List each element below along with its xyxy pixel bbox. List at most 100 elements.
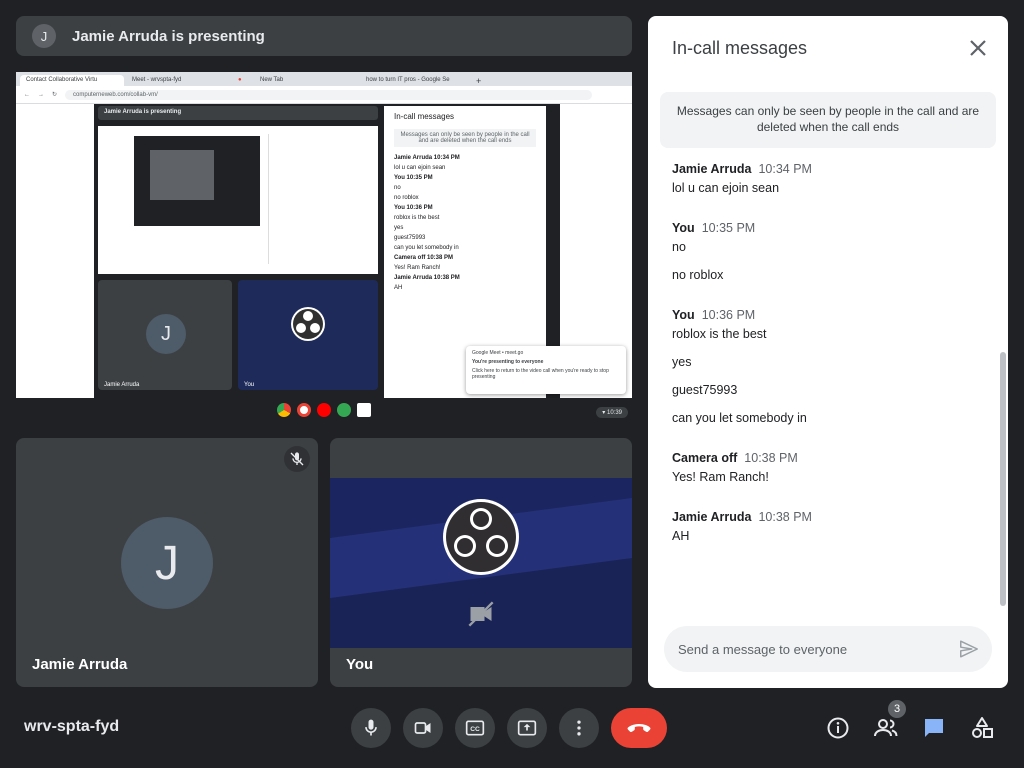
- browser-tab: ●: [232, 75, 252, 86]
- present-icon: [517, 720, 537, 736]
- clock-text: 10:39: [606, 410, 622, 416]
- inner-obs-logo-icon: [291, 307, 325, 341]
- presenting-toast: Google Meet • meet.go You're presenting …: [466, 346, 626, 394]
- muted-mic-icon: [284, 446, 310, 472]
- present-button[interactable]: [507, 708, 547, 748]
- participant-tile-you[interactable]: You: [330, 438, 632, 687]
- url-text: computerneweb.com/collab-vm/: [65, 89, 592, 100]
- chat-notice: Messages can only be seen by people in t…: [660, 92, 996, 148]
- inner-chat-title: In-call messages: [394, 112, 455, 121]
- message-group: You 10:35 PM no no roblox: [672, 221, 992, 282]
- nested-chat-panel: [268, 134, 348, 264]
- browser-tab: how to turn IT pros - Google Se: [360, 75, 470, 86]
- participant-name: You: [346, 656, 374, 673]
- browser-address-bar: ← → ↻ computerneweb.com/collab-vm/: [16, 86, 632, 104]
- youtube-app-icon: [317, 403, 331, 417]
- presenting-text: Jamie Arruda is presenting: [72, 27, 265, 45]
- hangup-button[interactable]: [611, 708, 667, 748]
- wifi-icon: ▾: [602, 410, 606, 416]
- message-input[interactable]: [678, 641, 948, 657]
- chat-button[interactable]: [918, 712, 950, 744]
- message-group: You 10:36 PM roblox is the best yes guest…: [672, 308, 992, 425]
- obs-logo-icon: [443, 499, 519, 575]
- activities-button[interactable]: [966, 712, 998, 744]
- message-text: guest75993: [672, 383, 738, 397]
- inner-chat-note: Messages can only be seen by people in t…: [394, 129, 536, 147]
- chat-icon: [925, 719, 943, 737]
- people-count-badge: 3: [888, 700, 906, 718]
- inner-chat-line: lol u can ejoin sean: [394, 165, 446, 171]
- chrome-app-icon: [277, 403, 291, 417]
- camera-button[interactable]: [403, 708, 443, 748]
- gmail-app-icon: [297, 403, 311, 417]
- message-text: roblox is the best: [672, 327, 767, 341]
- files-app-icon: [357, 403, 371, 417]
- info-icon: [827, 717, 849, 739]
- message-time: 10:34 PM: [758, 162, 812, 176]
- participant-tile-jamie[interactable]: J Jamie Arruda: [16, 438, 318, 687]
- message-text: can you let somebody in: [672, 411, 807, 425]
- message-list: Jamie Arruda 10:34 PM lol u can ejoin sea…: [672, 162, 992, 569]
- participant-name: Jamie Arruda: [32, 656, 128, 673]
- inner-avatar: J: [146, 314, 186, 354]
- message-text: no: [672, 240, 686, 254]
- message-time: 10:38 PM: [758, 510, 812, 524]
- message-group: Jamie Arruda 10:38 PM AH: [672, 510, 992, 543]
- message-group: Jamie Arruda 10:34 PM lol u can ejoin sea…: [672, 162, 992, 195]
- inner-tile-name: You: [244, 382, 255, 388]
- inner-chat-line: Jamie Arruda 10:38 PM: [394, 275, 460, 281]
- svg-text:CC: CC: [470, 726, 480, 733]
- inner-chat-line: Yes! Ram Ranch!: [394, 265, 441, 271]
- message-text: yes: [672, 355, 692, 369]
- message-input-box[interactable]: [664, 626, 992, 672]
- os-taskbar: [16, 398, 632, 422]
- reload-icon: ↻: [52, 92, 58, 98]
- nested-screen-inner: [150, 150, 214, 200]
- browser-tab: Meet - wrvspta-fyd: [126, 75, 230, 86]
- captions-icon: CC: [465, 720, 485, 736]
- participant-avatar: J: [121, 517, 213, 609]
- back-icon: ←: [24, 91, 30, 98]
- message-text: lol u can ejoin sean: [672, 181, 780, 195]
- message-text: AH: [672, 529, 690, 543]
- message-time: 10:36 PM: [701, 308, 756, 322]
- send-icon[interactable]: [958, 638, 980, 660]
- mic-icon: [365, 719, 377, 736]
- sender-name: You: [672, 221, 695, 235]
- more-options-button[interactable]: [559, 708, 599, 748]
- presenting-banner: J Jamie Arruda is presenting: [16, 16, 632, 56]
- inner-chat-line: no roblox: [394, 195, 419, 201]
- inner-chat-line: no: [394, 185, 401, 191]
- browser-tab-strip: Contact Collaborative Virtu Meet - wrvsp…: [16, 72, 632, 86]
- chat-scrollbar[interactable]: [1000, 352, 1006, 606]
- meeting-code: wrv-spta-fyd: [24, 718, 120, 735]
- meeting-details-button[interactable]: [822, 712, 854, 744]
- inner-tile-jamie: J Jamie Arruda: [98, 280, 232, 390]
- message-text: no roblox: [672, 268, 724, 282]
- hangup-icon: [627, 724, 651, 733]
- captions-button[interactable]: CC: [455, 708, 495, 748]
- browser-tab: New Tab: [254, 75, 358, 86]
- camera-off-icon: [468, 601, 494, 627]
- sender-name: Jamie Arruda: [672, 510, 752, 524]
- inner-tile-name: Jamie Arruda: [104, 382, 140, 388]
- close-icon[interactable]: [966, 36, 990, 60]
- mic-button[interactable]: [351, 708, 391, 748]
- browser-tab: Contact Collaborative Virtu: [20, 75, 124, 86]
- toast-subtext: Click here to return to the video call w…: [472, 368, 609, 380]
- inner-chat-line: You 10:36 PM: [394, 205, 433, 211]
- sender-name: You: [672, 308, 695, 322]
- shared-screen: Contact Collaborative Virtu Meet - wrvsp…: [16, 72, 632, 422]
- os-status-tray: ▾ 10:39: [596, 407, 628, 418]
- nested-screen: [134, 136, 260, 226]
- inner-chat-line: Jamie Arruda 10:34 PM: [394, 155, 460, 161]
- chat-panel: In-call messages Messages can only be se…: [648, 16, 1008, 688]
- new-tab-icon: +: [476, 76, 482, 86]
- message-group: Camera off 10:38 PM Yes! Ram Ranch!: [672, 451, 992, 484]
- toast-title: Google Meet • meet.go: [472, 350, 524, 356]
- presenter-avatar: J: [32, 24, 56, 48]
- inner-chat-line: Camera off 10:38 PM: [394, 255, 454, 261]
- inner-chat-line: can you let somebody in: [394, 245, 459, 251]
- inner-chat-line: yes: [394, 225, 404, 231]
- inner-chat-line: guest75993: [394, 235, 426, 241]
